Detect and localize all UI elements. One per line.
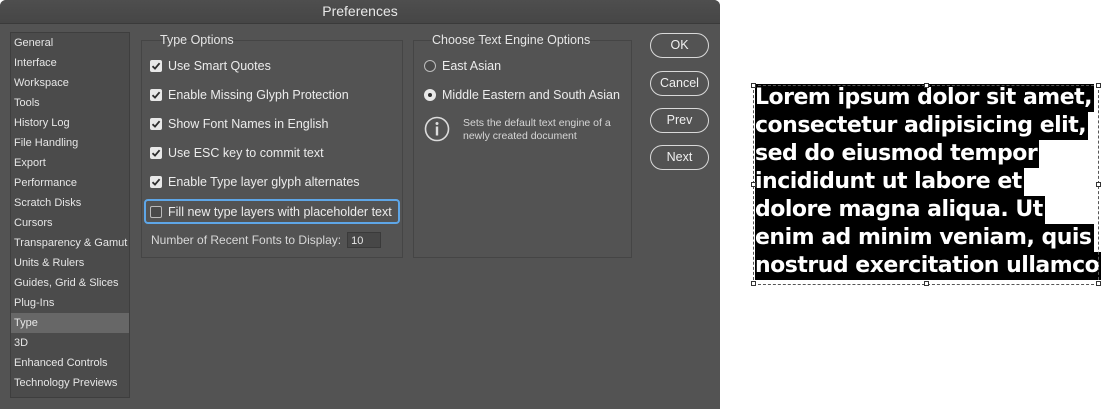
ok-button[interactable]: OK [650,33,709,58]
sidebar-item-type[interactable]: Type [11,313,129,333]
dialog-title: Preferences [0,0,720,24]
radio-middle-eastern[interactable] [424,89,436,101]
checkbox-smart-quotes[interactable] [150,60,162,72]
recent-fonts-input[interactable]: 10 [347,232,382,248]
resize-handle-top-middle[interactable] [924,83,929,88]
preferences-dialog: Preferences General Interface Workspace … [0,0,720,409]
preferences-sidebar: General Interface Workspace Tools Histor… [10,32,130,398]
sidebar-item-tools[interactable]: Tools [11,93,129,113]
checkbox-placeholder-text[interactable] [150,206,162,218]
resize-handle-top-right[interactable] [1096,83,1101,88]
checkbox-label: Show Font Names in English [168,117,329,131]
resize-handle-bottom-right[interactable] [1096,281,1101,286]
type-options-title: Type Options [160,33,234,47]
sidebar-item-guides-grid-slices[interactable]: Guides, Grid & Slices [11,273,129,293]
info-icon [424,116,450,142]
sidebar-item-3d[interactable]: 3D [11,333,129,353]
sidebar-item-general[interactable]: General [11,33,129,53]
checkbox-row-esc-commit[interactable]: Use ESC key to commit text [150,143,324,163]
checkbox-label: Use Smart Quotes [168,59,271,73]
sidebar-item-interface[interactable]: Interface [11,53,129,73]
resize-handle-middle-left[interactable] [751,182,756,187]
checkmark-icon [151,149,161,157]
resize-handle-top-left[interactable] [751,83,756,88]
radio-east-asian[interactable] [424,60,436,72]
text-engine-title: Choose Text Engine Options [432,33,591,47]
checkbox-label: Enable Type layer glyph alternates [168,175,360,189]
prev-button[interactable]: Prev [650,108,709,133]
checkbox-label: Enable Missing Glyph Protection [168,88,349,102]
checkbox-row-missing-glyph[interactable]: Enable Missing Glyph Protection [150,85,349,105]
checkbox-row-smart-quotes[interactable]: Use Smart Quotes [150,56,271,76]
checkbox-esc-commit[interactable] [150,147,162,159]
recent-fonts-label: Number of Recent Fonts to Display: [151,233,342,247]
radio-label: Middle Eastern and South Asian [442,88,620,102]
checkbox-row-glyph-alternates[interactable]: Enable Type layer glyph alternates [150,172,360,192]
checkbox-row-font-names-english[interactable]: Show Font Names in English [150,114,329,134]
checkbox-row-placeholder-text[interactable]: Fill new type layers with placeholder te… [150,202,392,222]
sidebar-item-file-handling[interactable]: File Handling [11,133,129,153]
resize-handle-middle-right[interactable] [1096,182,1101,187]
sidebar-item-technology-previews[interactable]: Technology Previews [11,373,129,393]
sidebar-item-workspace[interactable]: Workspace [11,73,129,93]
radio-row-middle-eastern[interactable]: Middle Eastern and South Asian [424,85,620,105]
sidebar-item-scratch-disks[interactable]: Scratch Disks [11,193,129,213]
sidebar-item-history-log[interactable]: History Log [11,113,129,133]
radio-row-east-asian[interactable]: East Asian [424,56,501,76]
resize-handle-bottom-middle[interactable] [924,281,929,286]
resize-handle-bottom-left[interactable] [751,281,756,286]
checkbox-label: Use ESC key to commit text [168,146,324,160]
text-bounding-box[interactable] [753,85,1099,285]
text-engine-info: Sets the default text engine of a newly … [463,117,611,142]
recent-fonts-row: Number of Recent Fonts to Display: 10 [151,230,382,250]
cancel-button[interactable]: Cancel [650,71,709,96]
sidebar-item-cursors[interactable]: Cursors [11,213,129,233]
sidebar-item-export[interactable]: Export [11,153,129,173]
sidebar-item-units-rulers[interactable]: Units & Rulers [11,253,129,273]
checkmark-icon [151,178,161,186]
sidebar-item-performance[interactable]: Performance [11,173,129,193]
radio-label: East Asian [442,59,502,73]
next-button[interactable]: Next [650,145,709,170]
checkbox-font-names-english[interactable] [150,118,162,130]
sidebar-item-plug-ins[interactable]: Plug-Ins [11,293,129,313]
checkbox-label: Fill new type layers with placeholder te… [168,205,392,219]
checkmark-icon [151,62,161,70]
sidebar-item-transparency-gamut[interactable]: Transparency & Gamut [11,233,129,253]
checkbox-missing-glyph[interactable] [150,89,162,101]
page: Preferences General Interface Workspace … [0,0,1102,409]
checkmark-icon [151,91,161,99]
sidebar-item-enhanced-controls[interactable]: Enhanced Controls [11,353,129,373]
checkmark-icon [151,120,161,128]
checkbox-glyph-alternates[interactable] [150,176,162,188]
